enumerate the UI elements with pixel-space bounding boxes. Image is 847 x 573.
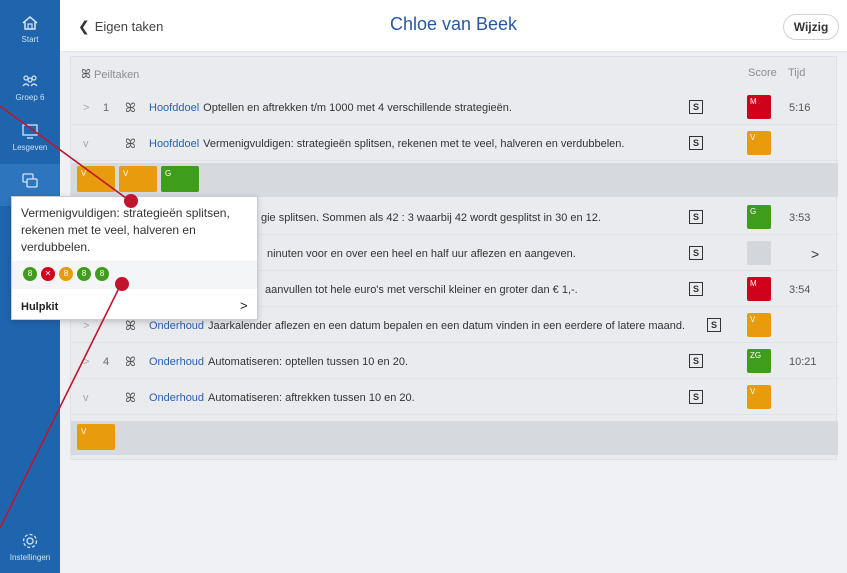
s-icon[interactable]: S bbox=[689, 246, 703, 260]
time-header: Tijd bbox=[788, 67, 806, 79]
time-value: 10:21 bbox=[789, 356, 817, 368]
sidebar-item-label: Start bbox=[21, 35, 39, 44]
expand-toggle[interactable]: > bbox=[83, 356, 89, 368]
s-icon[interactable]: S bbox=[707, 318, 721, 332]
category-label: Hoofddoel bbox=[149, 102, 200, 114]
s-icon[interactable]: S bbox=[689, 210, 703, 224]
sidebar-item-label: Instellingen bbox=[9, 553, 51, 562]
edit-button[interactable]: Wijzig bbox=[783, 14, 839, 40]
s-icon[interactable]: S bbox=[689, 100, 703, 114]
status-dot[interactable]: 8 bbox=[77, 267, 91, 281]
tag-badge[interactable]: V bbox=[119, 166, 157, 192]
category-label: Onderhoud bbox=[149, 320, 205, 332]
score-badge: M bbox=[747, 277, 771, 301]
task-description: Automatiseren: optellen tussen 10 en 20. bbox=[208, 356, 409, 368]
person-icon: ꕤ bbox=[125, 100, 136, 115]
score-header: Score bbox=[748, 67, 777, 79]
sidebar-item-label: Lesgeven bbox=[12, 143, 48, 152]
sidebar-item-instellingen[interactable]: Instellingen bbox=[0, 532, 60, 562]
section-label: Peiltaken bbox=[94, 69, 140, 81]
teach-icon bbox=[22, 124, 38, 139]
task-description: ninuten voor en over een heel en half uu… bbox=[267, 248, 576, 260]
row-text: Onderhoud Automatiseren: optellen tussen … bbox=[149, 356, 408, 368]
s-icon[interactable]: S bbox=[689, 390, 703, 404]
score-badge: G bbox=[747, 205, 771, 229]
table-row[interactable]: > 4 ꕤ Onderhoud Automatiseren: optellen t… bbox=[71, 345, 838, 379]
expand-toggle[interactable]: > bbox=[83, 320, 89, 332]
task-description: gie splitsen. Sommen als 42 : 3 waarbij … bbox=[261, 212, 601, 224]
expand-toggle[interactable]: v bbox=[83, 138, 89, 150]
sidebar-item-groep[interactable]: Groep 6 bbox=[0, 72, 60, 102]
sidebar-item-label: Groep 6 bbox=[15, 93, 45, 102]
s-icon[interactable]: S bbox=[689, 136, 703, 150]
chevron-right-icon[interactable]: > bbox=[811, 246, 819, 262]
home-icon bbox=[22, 16, 38, 30]
row-number: 1 bbox=[103, 102, 110, 114]
gear-icon bbox=[22, 533, 38, 549]
category-label: Hoofddoel bbox=[149, 138, 200, 150]
category-label: Onderhoud bbox=[149, 392, 205, 404]
tag-badge[interactable]: V bbox=[77, 424, 115, 450]
popup-text: Vermenigvuldigen: strategieën splitsen, … bbox=[21, 206, 230, 254]
sidebar-item-start[interactable]: Start bbox=[0, 14, 60, 44]
expand-toggle[interactable]: v bbox=[83, 392, 89, 404]
score-badge bbox=[747, 241, 771, 265]
status-dot[interactable]: ✕ bbox=[41, 267, 55, 281]
table-row[interactable]: v ꕤ Hoofddoel Vermenigvuldigen: strategie… bbox=[71, 127, 838, 161]
time-value: 3:54 bbox=[789, 284, 811, 296]
tag-badge[interactable]: V bbox=[77, 166, 115, 192]
person-icon: ꕤ bbox=[125, 318, 136, 333]
task-description: Jaarkalender aflezen en een datum bepale… bbox=[208, 320, 686, 332]
person-icon: ꕤ bbox=[125, 390, 136, 405]
popup-status-dots: 8 ✕ 8 8 8 bbox=[12, 261, 257, 289]
task-description: Automatiseren: aftrekken tussen 10 en 20… bbox=[208, 392, 415, 404]
row-text: Onderhoud Automatiseren: aftrekken tussen… bbox=[149, 392, 415, 404]
table-row[interactable]: > 1 ꕤ Hoofddoel Optellen en aftrekken t/m… bbox=[71, 91, 838, 125]
header: ❮ Eigen taken Chloe van Beek Wijzig bbox=[60, 0, 847, 52]
time-value: 5:16 bbox=[789, 102, 811, 114]
score-badge: V bbox=[747, 313, 771, 337]
task-description: aanvullen tot hele euro's met verschil k… bbox=[265, 284, 578, 296]
row-text: Hoofddoel Optellen en aftrekken t/m 1000 … bbox=[149, 102, 512, 114]
status-dot[interactable]: 8 bbox=[23, 267, 37, 281]
sidebar-item-lesgeven[interactable]: Lesgeven bbox=[0, 122, 60, 152]
chevron-right-icon[interactable]: > bbox=[240, 298, 248, 313]
status-dot[interactable]: 8 bbox=[59, 267, 73, 281]
s-icon[interactable]: S bbox=[689, 282, 703, 296]
tag-badge[interactable]: G bbox=[161, 166, 199, 192]
section-header: ‍ꕤ Peiltaken bbox=[81, 67, 139, 82]
time-value: 3:53 bbox=[789, 212, 811, 224]
row-number: 4 bbox=[103, 356, 110, 368]
person-icon: ‍ꕤ bbox=[81, 67, 91, 81]
task-description: Optellen en aftrekken t/m 1000 met 4 ver… bbox=[203, 102, 512, 114]
status-dot[interactable]: 8 bbox=[95, 267, 109, 281]
s-icon[interactable]: S bbox=[689, 354, 703, 368]
hulpkit-link[interactable]: Hulpkit bbox=[21, 301, 58, 313]
category-label: Onderhoud bbox=[149, 356, 205, 368]
score-badge: V bbox=[747, 385, 771, 409]
person-icon: ꕤ bbox=[125, 136, 136, 151]
person-icon: ꕤ bbox=[125, 354, 136, 369]
score-badge: M bbox=[747, 95, 771, 119]
score-badge: ZG bbox=[747, 349, 771, 373]
expand-toggle[interactable]: > bbox=[83, 102, 89, 114]
tag-row: V V G bbox=[71, 163, 838, 197]
score-badge: V bbox=[747, 131, 771, 155]
table-row[interactable]: v ꕤ Onderhoud Automatiseren: aftrekken tu… bbox=[71, 381, 838, 415]
task-description: Vermenigvuldigen: strategieën splitsen, … bbox=[203, 138, 625, 150]
group-icon bbox=[22, 75, 38, 87]
row-text: Hoofddoel Vermenigvuldigen: strategieën s… bbox=[149, 138, 624, 150]
task-popup: Vermenigvuldigen: strategieën splitsen, … bbox=[11, 196, 258, 320]
page-title: Chloe van Beek bbox=[389, 14, 518, 34]
tag-row: V bbox=[71, 421, 838, 455]
row-text: Onderhoud Jaarkalender aflezen en een dat… bbox=[149, 320, 685, 332]
chat-icon bbox=[22, 173, 38, 188]
